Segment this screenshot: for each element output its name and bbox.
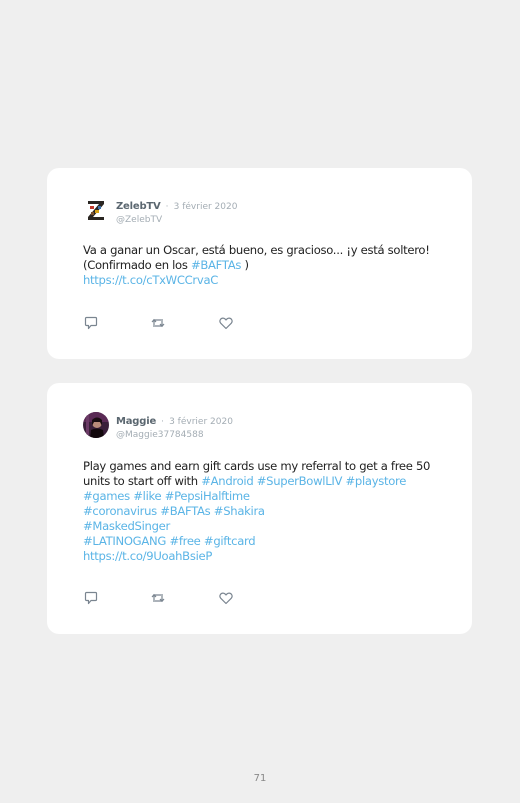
display-name[interactable]: Maggie [116, 416, 156, 427]
hashtag-link[interactable]: #BAFTAs [191, 258, 241, 272]
meta-separator: · [165, 202, 169, 212]
retweet-icon[interactable] [150, 590, 166, 606]
tweet-date[interactable]: 3 février 2020 [169, 417, 233, 427]
url-link[interactable]: https://t.co/cTxWCCrvaC [83, 273, 218, 287]
reply-icon[interactable] [83, 315, 99, 331]
hashtag-link[interactable]: #games [83, 489, 130, 503]
page-number: 71 [253, 773, 267, 784]
tweet-meta: Maggie · 3 février 2020 @Maggie37784588 [116, 412, 233, 442]
hashtag-link[interactable]: #like [133, 489, 161, 503]
hashtag-link[interactable]: #SuperBowlLIV [257, 474, 343, 488]
hashtag-link[interactable]: #LATINOGANG [83, 534, 166, 548]
tweet-actions [83, 590, 243, 606]
hashtag-link[interactable]: #BAFTAs [160, 504, 210, 518]
profile-photo-icon [83, 412, 109, 438]
tweet-text-segment: Va a ganar un Oscar, está bueno, es grac… [83, 243, 430, 272]
hashtag-link[interactable]: #Shakira [214, 504, 265, 518]
user-handle[interactable]: @ZelebTV [116, 214, 237, 227]
tweet-card: ZelebTV · 3 février 2020 @ZelebTV Va a g… [47, 168, 472, 359]
hashtag-link[interactable]: #playstore [346, 474, 407, 488]
like-icon[interactable] [218, 315, 234, 331]
like-icon[interactable] [218, 590, 234, 606]
user-handle[interactable]: @Maggie37784588 [116, 429, 233, 442]
zelebtv-logo-icon [83, 197, 109, 223]
hashtag-link[interactable]: #Android [201, 474, 253, 488]
retweet-icon[interactable] [150, 315, 166, 331]
hashtag-link[interactable]: #coronavirus [83, 504, 157, 518]
reply-icon[interactable] [83, 590, 99, 606]
tweet-text-segment: ) [241, 258, 249, 272]
tweet-card: Maggie · 3 février 2020 @Maggie37784588 … [47, 383, 472, 634]
display-name[interactable]: ZelebTV [116, 201, 161, 212]
url-link[interactable]: https://t.co/9UoahBsieP [83, 549, 212, 563]
tweet-text: Play games and earn gift cards use my re… [83, 459, 448, 564]
tweet-actions [83, 315, 243, 331]
tweet-meta: ZelebTV · 3 février 2020 @ZelebTV [116, 197, 237, 227]
meta-separator: · [161, 417, 164, 427]
hashtag-link[interactable]: #giftcard [204, 534, 256, 548]
avatar[interactable] [83, 412, 109, 438]
avatar[interactable] [83, 197, 109, 223]
hashtag-link[interactable]: #PepsiHalftime [165, 489, 250, 503]
tweet-date[interactable]: 3 février 2020 [174, 202, 238, 212]
hashtag-link[interactable]: #free [169, 534, 200, 548]
hashtag-link[interactable]: #MaskedSinger [83, 519, 170, 533]
tweet-text: Va a ganar un Oscar, está bueno, es grac… [83, 243, 448, 288]
